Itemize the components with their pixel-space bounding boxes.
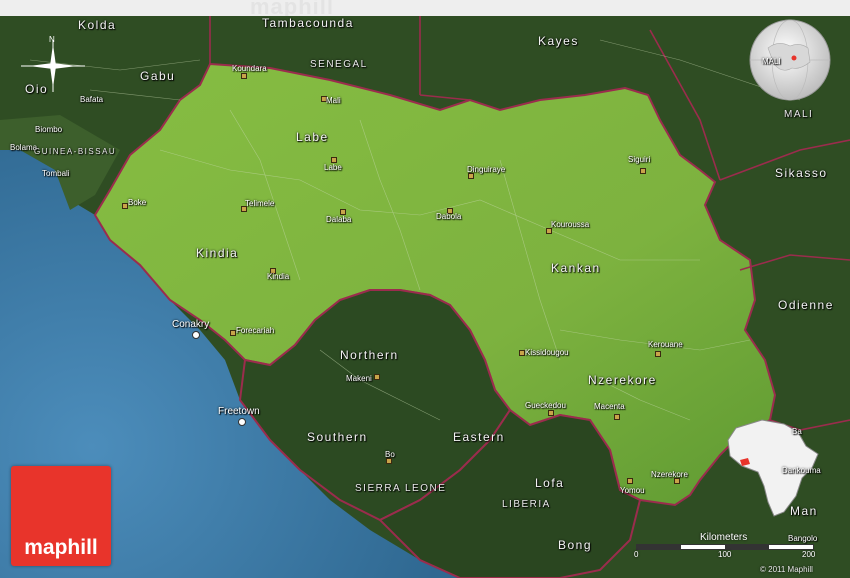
city-dalaba: Dalaba	[326, 215, 352, 224]
city-boke: Boke	[128, 198, 147, 207]
country-senegal: SENEGAL	[310, 59, 368, 70]
capital-freetown: Freetown	[218, 406, 260, 417]
region-nzerekore: Nzerekore	[588, 373, 657, 387]
city-dabola: Dabola	[436, 212, 462, 221]
city-nzerekore: Nzerekore	[651, 470, 688, 479]
capital-conakry: Conakry	[172, 319, 210, 330]
town-marker	[627, 478, 633, 484]
region-northern: Northern	[340, 348, 399, 362]
country-liberia: LIBERIA	[502, 499, 551, 510]
region-kindia: Kindia	[196, 246, 239, 260]
town-marker	[548, 410, 554, 416]
city-kerouane: Kerouane	[648, 340, 683, 349]
svg-text:N: N	[49, 35, 55, 44]
region-kankan: Kankan	[551, 261, 601, 275]
region-bafata: Bafata	[80, 95, 104, 104]
town-marker	[640, 168, 646, 174]
scale-bar: Kilometers 0 100 200	[632, 532, 822, 562]
region-southern: Southern	[307, 430, 368, 444]
city-mali: Mali	[326, 96, 341, 105]
region-lofa: Lofa	[535, 476, 565, 490]
country-mali-small: MALI	[762, 57, 781, 66]
country-sierra-leone: SIERRA LEONE	[355, 483, 447, 494]
region-dankouma: Dankouma	[782, 466, 821, 475]
capital-marker	[192, 331, 200, 339]
town-marker	[655, 351, 661, 357]
country-mali: MALI	[784, 109, 814, 120]
region-ba: Ba	[792, 427, 802, 436]
city-siguiri: Siguiri	[628, 155, 651, 164]
region-sikasso: Sikasso	[775, 166, 828, 180]
region-tombali: Tombali	[42, 169, 70, 178]
city-koundara: Koundara	[232, 64, 267, 73]
town-marker	[614, 414, 620, 420]
region-oio: Oio	[25, 82, 49, 96]
locator-globe-icon	[749, 19, 831, 101]
town-marker	[241, 73, 247, 79]
region-labe: Labe	[296, 130, 329, 144]
maphill-logo[interactable]: maphill	[11, 466, 111, 566]
city-dinguiraye: Dinguiraye	[467, 165, 506, 174]
region-gabu: Gabu	[140, 69, 176, 83]
city-macenta: Macenta	[594, 402, 625, 411]
city-kouroussa: Kouroussa	[551, 220, 590, 229]
region-kayes: Kayes	[538, 34, 579, 48]
city-kissidougou: Kissidougou	[525, 348, 569, 357]
town-marker	[374, 374, 380, 380]
top-strip: maphill	[0, 0, 850, 19]
region-man: Man	[790, 504, 818, 518]
region-tambacounda: Tambacounda	[262, 16, 354, 30]
city-forecariah: Forecariah	[236, 326, 275, 335]
city-kindia: Kindia	[267, 272, 290, 281]
region-eastern: Eastern	[453, 430, 505, 444]
city-makeni: Makeni	[346, 374, 372, 383]
region-biombo: Biombo	[35, 125, 63, 134]
city-telimele: Telimele	[245, 199, 275, 208]
logo-text: maphill	[24, 536, 98, 559]
copyright: © 2011 Maphill	[760, 565, 813, 574]
region-kolda: Kolda	[78, 18, 117, 32]
map-canvas: maphill N Kolda Tambacounda SENEGAL Kaye…	[0, 0, 850, 578]
city-labe: Labe	[324, 163, 342, 172]
country-guinea-bissau: GUINEA-BISSAU	[34, 147, 117, 156]
scale-tick-0: 0	[634, 550, 639, 559]
city-gueckedou: Gueckedou	[525, 401, 566, 410]
region-odienne: Odienne	[778, 298, 834, 312]
scale-title: Kilometers	[700, 532, 748, 543]
capital-marker	[238, 418, 246, 426]
region-bong: Bong	[558, 538, 593, 552]
scale-tick-200: 200	[802, 550, 816, 559]
scale-tick-100: 100	[718, 550, 732, 559]
city-bo: Bo	[385, 450, 395, 459]
city-yomou: Yomou	[620, 486, 645, 495]
